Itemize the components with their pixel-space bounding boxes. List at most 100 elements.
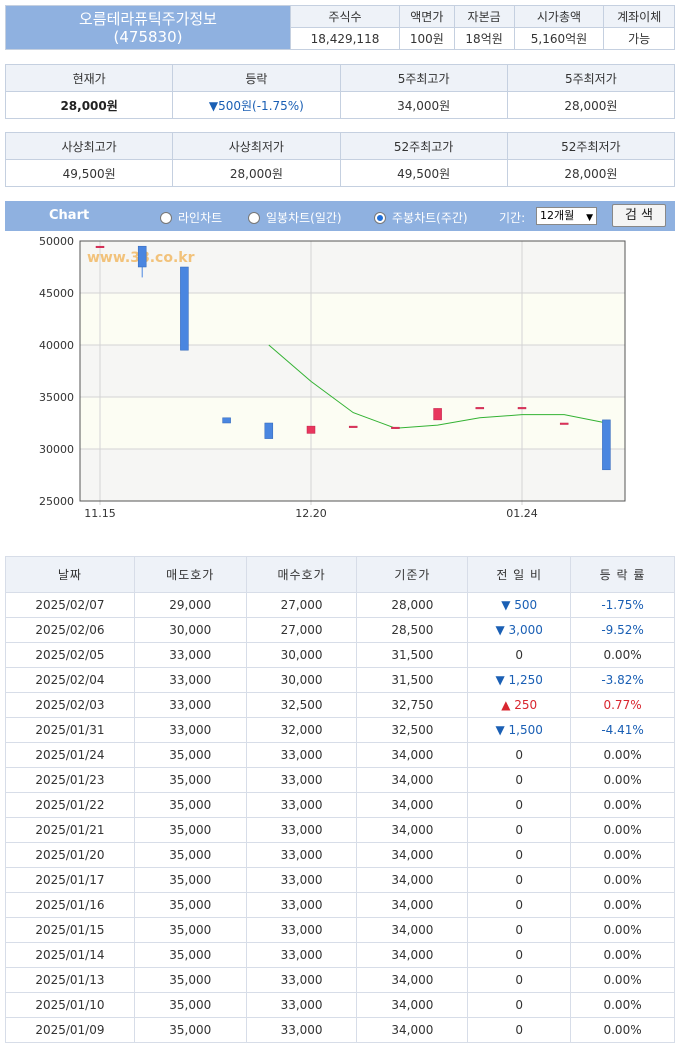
- cell-diff: ▼ 1,250: [467, 667, 572, 693]
- cell-buy: 33,000: [245, 967, 358, 993]
- y-tick-label: 35000: [39, 391, 74, 404]
- cell-base: 34,000: [356, 742, 469, 768]
- cell-buy: 30,000: [245, 667, 358, 693]
- cell-date: 2025/01/15: [5, 917, 135, 943]
- period-select[interactable]: 12개월 ▼: [536, 207, 597, 225]
- col-date: 날짜: [5, 556, 135, 593]
- search-button[interactable]: 검 색: [612, 204, 666, 227]
- par-value: 100원: [398, 27, 455, 50]
- cell-rate: 0.00%: [570, 817, 675, 843]
- cell-buy: 32,000: [245, 717, 358, 743]
- chart-band: [80, 449, 625, 501]
- cell-date: 2025/01/22: [5, 792, 135, 818]
- cell-buy: 33,000: [245, 992, 358, 1018]
- table-row: 2025/01/23 35,000 33,000 34,000 0 0.00%: [5, 767, 675, 793]
- cell-diff: 0: [467, 942, 572, 968]
- cell-buy: 30,000: [245, 642, 358, 668]
- candle-body: [306, 425, 316, 434]
- candlestick-chart-svg: 50000 45000 40000 35000 30000 25000 11.15 12.20…: [39, 235, 626, 520]
- radio-icon[interactable]: [248, 211, 260, 224]
- cell-date: 2025/01/10: [5, 992, 135, 1018]
- table-row: 2025/01/13 35,000 33,000 34,000 0 0.00%: [5, 967, 675, 993]
- cell-rate: 0.00%: [570, 742, 675, 768]
- cell-buy: 33,000: [245, 742, 358, 768]
- range-table: 사상최고가 사상최저가 52주최고가 52주최저가 49,500원 28,000…: [4, 132, 676, 187]
- chart-toolbar: Chart 라인차트 일봉차트(일간) 주봉차트(주간) 기간: 12개월 ▼ …: [5, 201, 675, 231]
- radio-weekly-chart[interactable]: 주봉차트(주간): [374, 209, 468, 226]
- cell-diff: ▼ 1,500: [467, 717, 572, 743]
- chart-band: [80, 345, 625, 397]
- candle-body: [433, 408, 442, 421]
- period-label: 기간:: [499, 211, 526, 225]
- cell-date: 2025/02/05: [5, 642, 135, 668]
- cell-diff: 0: [467, 992, 572, 1018]
- radio-icon[interactable]: [160, 211, 172, 224]
- y-tick-label: 25000: [39, 495, 74, 508]
- cell-diff: 0: [467, 917, 572, 943]
- cell-sell: 35,000: [133, 992, 247, 1018]
- price-label: 5주최저가: [506, 64, 676, 92]
- price-table: 현재가 등락 5주최고가 5주최저가 28,000원 ▼500원(-1.75%)…: [4, 64, 676, 119]
- price-change: ▼500원(-1.75%): [172, 91, 341, 119]
- y-tick-label: 45000: [39, 287, 74, 300]
- current-price: 28,000원: [4, 91, 174, 119]
- range-label: 사상최고가: [4, 132, 174, 160]
- cell-rate: 0.00%: [570, 917, 675, 943]
- cell-sell: 35,000: [133, 1017, 247, 1043]
- cell-base: 34,000: [356, 767, 469, 793]
- cell-base: 34,000: [356, 792, 469, 818]
- cell-diff: 0: [467, 642, 572, 668]
- stock-info-table: 오름테라퓨틱주가정보 (475830) 주식수 액면가 자본금 시가총액 계좌이…: [5, 5, 675, 50]
- radio-line-chart[interactable]: 라인차트: [160, 209, 222, 226]
- cell-sell: 35,000: [133, 842, 247, 868]
- cell-sell: 35,000: [133, 892, 247, 918]
- cell-diff: 0: [467, 742, 572, 768]
- cell-date: 2025/01/23: [5, 767, 135, 793]
- alltime-low: 28,000원: [172, 159, 341, 187]
- cell-date: 2025/01/24: [5, 742, 135, 768]
- radio-daily-chart[interactable]: 일봉차트(일간): [248, 209, 342, 226]
- cell-buy: 33,000: [245, 892, 358, 918]
- price-history-table: 날짜 매도호가 매수호가 기준가 전 일 비 등 락 률 2025/02/07 2…: [5, 556, 675, 1043]
- cell-date: 2025/01/14: [5, 942, 135, 968]
- table-row: 2025/02/04 33,000 30,000 31,500 ▼ 1,250 -3.82…: [5, 667, 675, 693]
- candle-body: [475, 407, 485, 410]
- table-row: 2025/01/31 33,000 32,000 32,500 ▼ 1,500 -4.41…: [5, 717, 675, 743]
- cell-diff: 0: [467, 817, 572, 843]
- cell-sell: 35,000: [133, 817, 247, 843]
- cell-diff: 0: [467, 967, 572, 993]
- cell-buy: 33,000: [245, 842, 358, 868]
- col-buy: 매수호가: [245, 556, 358, 593]
- cell-rate: 0.00%: [570, 992, 675, 1018]
- cell-base: 28,000: [356, 592, 469, 618]
- candle-body: [602, 419, 611, 471]
- candle-body: [264, 422, 274, 439]
- cell-buy: 33,000: [245, 767, 358, 793]
- info-label: 시가총액: [513, 5, 605, 28]
- high-5w: 34,000원: [339, 91, 508, 119]
- cell-date: 2025/01/13: [5, 967, 135, 993]
- range-label: 52주최저가: [506, 132, 676, 160]
- col-rate: 등 락 률: [570, 556, 675, 593]
- col-sell: 매도호가: [133, 556, 247, 593]
- cell-diff: 0: [467, 792, 572, 818]
- cell-base: 34,000: [356, 1017, 469, 1043]
- cell-date: 2025/01/17: [5, 867, 135, 893]
- cell-sell: 35,000: [133, 767, 247, 793]
- cell-rate: 0.00%: [570, 642, 675, 668]
- y-tick-label: 40000: [39, 339, 74, 352]
- cell-rate: 0.77%: [570, 692, 675, 718]
- cell-sell: 35,000: [133, 942, 247, 968]
- x-tick-label: 01.24: [506, 507, 538, 520]
- company-name: 오름테라퓨틱주가정보: [78, 9, 217, 28]
- cell-date: 2025/01/09: [5, 1017, 135, 1043]
- candle-body: [95, 245, 105, 248]
- cell-buy: 33,000: [245, 867, 358, 893]
- cell-sell: 35,000: [133, 967, 247, 993]
- y-tick-label: 50000: [39, 235, 74, 248]
- period-value: 12개월: [540, 209, 575, 222]
- range-label: 사상최저가: [172, 132, 341, 160]
- radio-selected-icon[interactable]: [374, 211, 386, 224]
- col-diff: 전 일 비: [467, 556, 572, 593]
- cell-base: 34,000: [356, 817, 469, 843]
